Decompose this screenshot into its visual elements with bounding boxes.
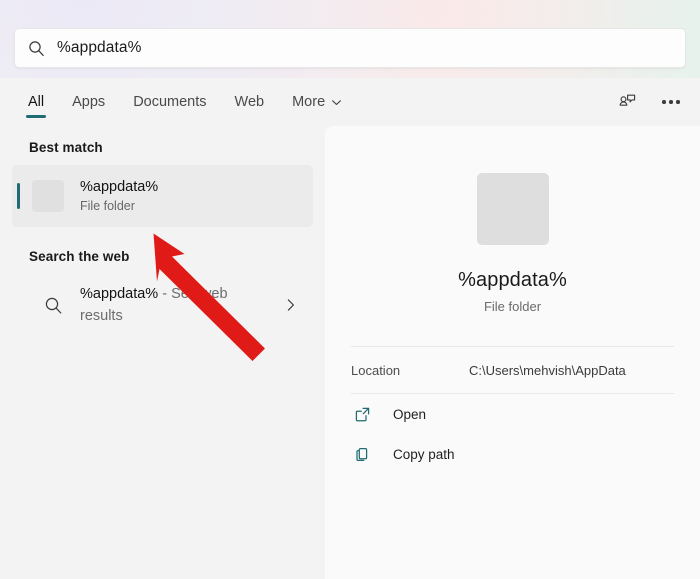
- tab-more-label: More: [292, 94, 326, 110]
- tab-all[interactable]: All: [28, 78, 44, 126]
- action-open[interactable]: Open: [325, 394, 700, 434]
- detail-meta-row-location: Location C:\Users\mehvish\AppData: [325, 347, 700, 393]
- copy-icon: [351, 446, 373, 463]
- chevron-down-icon: [331, 97, 342, 108]
- best-match-result-row[interactable]: %appdata% File folder: [12, 165, 313, 227]
- tab-bar-actions: [614, 78, 684, 126]
- folder-icon: [476, 173, 549, 245]
- tab-apps[interactable]: Apps: [72, 78, 105, 126]
- detail-subtitle: File folder: [483, 299, 542, 314]
- best-match-subtitle: File folder: [80, 198, 135, 213]
- selection-indicator: [17, 183, 20, 209]
- filter-tab-bar: All Apps Documents Web More: [0, 78, 700, 126]
- meta-label-location: Location: [351, 362, 401, 378]
- search-the-web-title: %appdata% - See web results: [80, 283, 248, 327]
- search-input-value[interactable]: %appdata%: [57, 39, 142, 57]
- open-external-icon: [351, 406, 373, 423]
- folder-icon: [32, 180, 64, 212]
- search-the-web-text: %appdata% - See web results: [80, 283, 248, 327]
- tab-web-label: Web: [234, 94, 265, 110]
- action-copy-path-label: Copy path: [393, 446, 455, 462]
- search-the-web-query: %appdata%: [80, 286, 159, 302]
- tab-apps-label: Apps: [72, 94, 106, 110]
- tab-documents[interactable]: Documents: [133, 78, 206, 126]
- tab-more[interactable]: More: [292, 78, 342, 126]
- best-match-title: %appdata%: [80, 178, 159, 195]
- detail-title: %appdata%: [458, 269, 567, 291]
- action-open-label: Open: [393, 406, 427, 422]
- search-box[interactable]: %appdata%: [14, 28, 686, 68]
- best-match-heading: Best match: [29, 140, 103, 155]
- action-copy-path[interactable]: Copy path: [325, 434, 700, 474]
- meta-value-location: C:\Users\mehvish\AppData: [469, 362, 626, 378]
- ellipsis-dots: [662, 100, 680, 104]
- search-the-web-result-row[interactable]: %appdata% - See web results: [12, 274, 313, 336]
- search-the-web-heading: Search the web: [29, 249, 130, 264]
- feedback-icon[interactable]: [614, 89, 640, 115]
- tab-web[interactable]: Web: [235, 78, 265, 126]
- tab-documents-label: Documents: [133, 94, 207, 110]
- chevron-right-icon[interactable]: [285, 298, 297, 313]
- detail-preview-pane: %appdata% File folder Location C:\Users\…: [325, 126, 700, 579]
- search-icon: [28, 40, 45, 57]
- best-match-text: %appdata% File folder: [80, 178, 158, 215]
- search-results-panel: All Apps Documents Web More Best match %…: [0, 78, 700, 579]
- results-column: Best match %appdata% File folder Search …: [0, 126, 325, 579]
- more-options-icon[interactable]: [658, 89, 684, 115]
- search-icon: [36, 296, 70, 315]
- tab-all-label: All: [28, 94, 45, 110]
